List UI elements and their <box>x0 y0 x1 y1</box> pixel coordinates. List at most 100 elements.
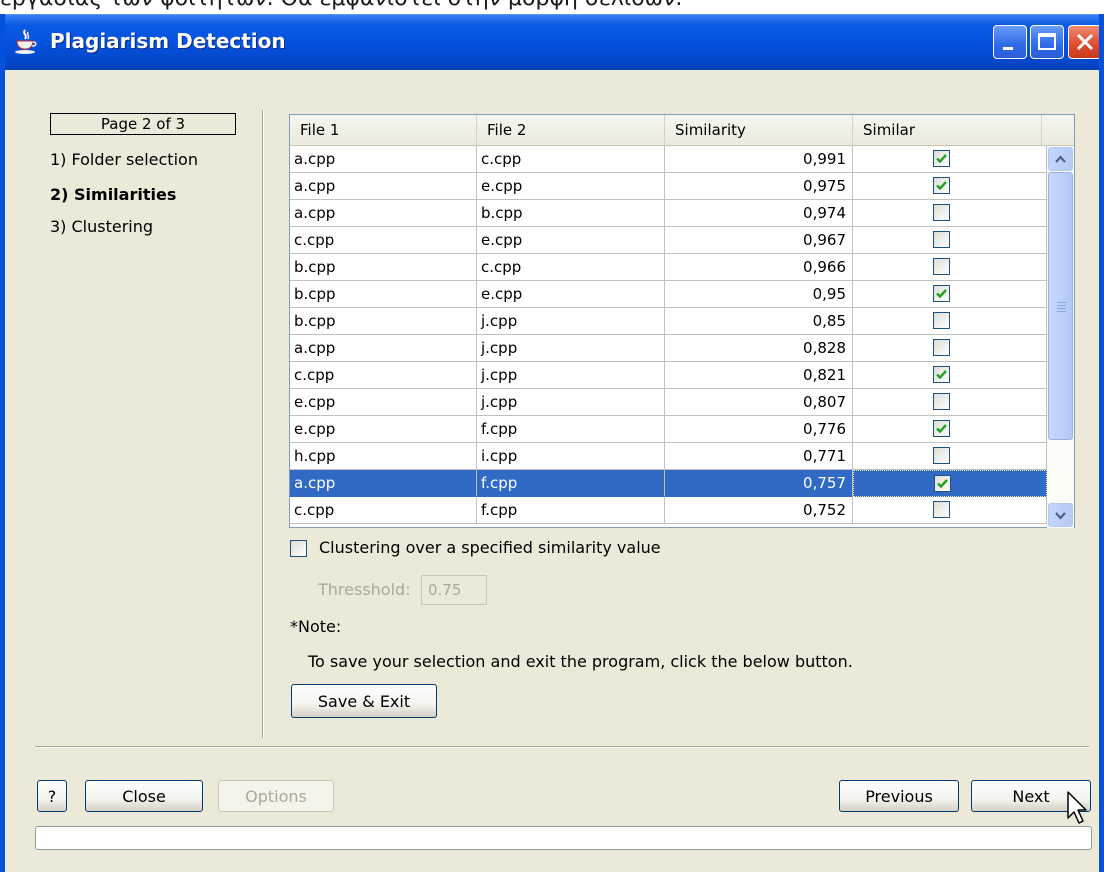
cell-file2[interactable]: e.cpp <box>477 227 665 254</box>
similar-checkbox[interactable] <box>933 177 950 194</box>
cell-file2[interactable]: j.cpp <box>477 362 665 389</box>
similar-checkbox[interactable] <box>934 475 951 492</box>
similar-checkbox[interactable] <box>933 339 950 356</box>
cell-file2[interactable]: j.cpp <box>477 389 665 416</box>
cell-similar <box>853 335 1047 362</box>
cell-similarity[interactable]: 0,757 <box>665 470 853 497</box>
column-header-file2[interactable]: File 2 <box>477 115 665 145</box>
cell-similarity[interactable]: 0,967 <box>665 227 853 254</box>
table-row[interactable]: c.cpp e.cpp 0,967 <box>290 227 1047 254</box>
cell-file2[interactable]: f.cpp <box>477 470 665 497</box>
scroll-up-button[interactable] <box>1048 147 1073 171</box>
threshold-label: Thresshold: <box>318 580 411 599</box>
similar-checkbox[interactable] <box>933 258 950 275</box>
step-folder-selection: 1) Folder selection <box>50 150 198 169</box>
cell-similarity[interactable]: 0,771 <box>665 443 853 470</box>
cell-similarity[interactable]: 0,991 <box>665 146 853 173</box>
cell-file1[interactable]: a.cpp <box>290 335 477 362</box>
table-row[interactable]: a.cpp f.cpp 0,757 <box>290 470 1047 497</box>
threshold-input[interactable]: 0.75 <box>421 575 487 605</box>
help-button[interactable]: ? <box>37 780 67 812</box>
table-row[interactable]: c.cpp j.cpp 0,821 <box>290 362 1047 389</box>
minimize-button[interactable] <box>993 25 1027 59</box>
column-header-file1[interactable]: File 1 <box>290 115 477 145</box>
cell-file1[interactable]: c.cpp <box>290 362 477 389</box>
table-header: File 1 File 2 Similarity Similar <box>290 115 1074 146</box>
cell-file1[interactable]: h.cpp <box>290 443 477 470</box>
cell-file1[interactable]: a.cpp <box>290 146 477 173</box>
similarity-table[interactable]: File 1 File 2 Similarity Similar a.cpp c.… <box>289 114 1075 528</box>
similar-checkbox[interactable] <box>933 420 950 437</box>
cell-file1[interactable]: c.cpp <box>290 227 477 254</box>
table-row[interactable]: a.cpp e.cpp 0,975 <box>290 173 1047 200</box>
options-button[interactable]: Options <box>218 780 334 812</box>
similar-checkbox[interactable] <box>933 231 950 248</box>
similar-checkbox[interactable] <box>933 285 950 302</box>
cell-file1[interactable]: b.cpp <box>290 254 477 281</box>
cell-similarity[interactable]: 0,975 <box>665 173 853 200</box>
cell-file2[interactable]: e.cpp <box>477 281 665 308</box>
table-row[interactable]: h.cpp i.cpp 0,771 <box>290 443 1047 470</box>
table-row[interactable]: b.cpp c.cpp 0,966 <box>290 254 1047 281</box>
cell-similar <box>853 227 1047 254</box>
cell-file1[interactable]: b.cpp <box>290 308 477 335</box>
cell-similarity[interactable]: 0,974 <box>665 200 853 227</box>
cell-file2[interactable]: e.cpp <box>477 173 665 200</box>
java-cup-icon <box>14 29 38 55</box>
similar-checkbox[interactable] <box>933 501 950 518</box>
title-bar[interactable]: Plagiarism Detection <box>0 14 1104 71</box>
table-row[interactable]: a.cpp j.cpp 0,828 <box>290 335 1047 362</box>
similar-checkbox[interactable] <box>933 150 950 167</box>
cell-file1[interactable]: e.cpp <box>290 389 477 416</box>
cell-similarity[interactable]: 0,828 <box>665 335 853 362</box>
similar-checkbox[interactable] <box>933 366 950 383</box>
table-row[interactable]: e.cpp j.cpp 0,807 <box>290 389 1047 416</box>
cell-file2[interactable]: j.cpp <box>477 308 665 335</box>
close-window-button[interactable] <box>1068 25 1102 59</box>
similar-checkbox[interactable] <box>933 447 950 464</box>
table-row[interactable]: c.cpp f.cpp 0,752 <box>290 497 1047 524</box>
checkmark-icon <box>936 181 947 191</box>
scroll-thumb[interactable] <box>1048 172 1073 440</box>
cell-file1[interactable]: c.cpp <box>290 497 477 524</box>
cell-similarity[interactable]: 0,85 <box>665 308 853 335</box>
clustering-checkbox[interactable] <box>290 540 307 557</box>
similar-checkbox[interactable] <box>933 312 950 329</box>
cell-similarity[interactable]: 0,776 <box>665 416 853 443</box>
cell-similarity[interactable]: 0,95 <box>665 281 853 308</box>
scroll-down-button[interactable] <box>1048 503 1073 527</box>
table-row[interactable]: b.cpp j.cpp 0,85 <box>290 308 1047 335</box>
cell-file2[interactable]: c.cpp <box>477 146 665 173</box>
cell-file1[interactable]: a.cpp <box>290 200 477 227</box>
cell-file2[interactable]: f.cpp <box>477 416 665 443</box>
table-row[interactable]: b.cpp e.cpp 0,95 <box>290 281 1047 308</box>
cell-similarity[interactable]: 0,752 <box>665 497 853 524</box>
maximize-button[interactable] <box>1030 25 1064 59</box>
cell-similarity[interactable]: 0,966 <box>665 254 853 281</box>
column-header-similarity[interactable]: Similarity <box>665 115 853 145</box>
cell-similar <box>853 389 1047 416</box>
cell-similarity[interactable]: 0,807 <box>665 389 853 416</box>
column-header-similar[interactable]: Similar <box>853 115 1042 145</box>
cell-similarity[interactable]: 0,821 <box>665 362 853 389</box>
cell-file2[interactable]: c.cpp <box>477 254 665 281</box>
cell-file1[interactable]: e.cpp <box>290 416 477 443</box>
cell-file1[interactable]: b.cpp <box>290 281 477 308</box>
similar-checkbox[interactable] <box>933 204 950 221</box>
cell-similar <box>853 362 1047 389</box>
table-row[interactable]: a.cpp b.cpp 0,974 <box>290 200 1047 227</box>
table-row[interactable]: a.cpp c.cpp 0,991 <box>290 146 1047 173</box>
note-title: *Note: <box>290 617 342 636</box>
close-button[interactable]: Close <box>85 780 203 812</box>
previous-button[interactable]: Previous <box>839 780 959 812</box>
cell-file1[interactable]: a.cpp <box>290 470 477 497</box>
cell-file2[interactable]: b.cpp <box>477 200 665 227</box>
cell-file2[interactable]: j.cpp <box>477 335 665 362</box>
save-exit-button[interactable]: Save & Exit <box>291 684 437 718</box>
similar-checkbox[interactable] <box>933 393 950 410</box>
cell-file2[interactable]: f.cpp <box>477 497 665 524</box>
cell-file2[interactable]: i.cpp <box>477 443 665 470</box>
table-row[interactable]: e.cpp f.cpp 0,776 <box>290 416 1047 443</box>
cell-file1[interactable]: a.cpp <box>290 173 477 200</box>
vertical-scrollbar[interactable] <box>1047 146 1074 528</box>
